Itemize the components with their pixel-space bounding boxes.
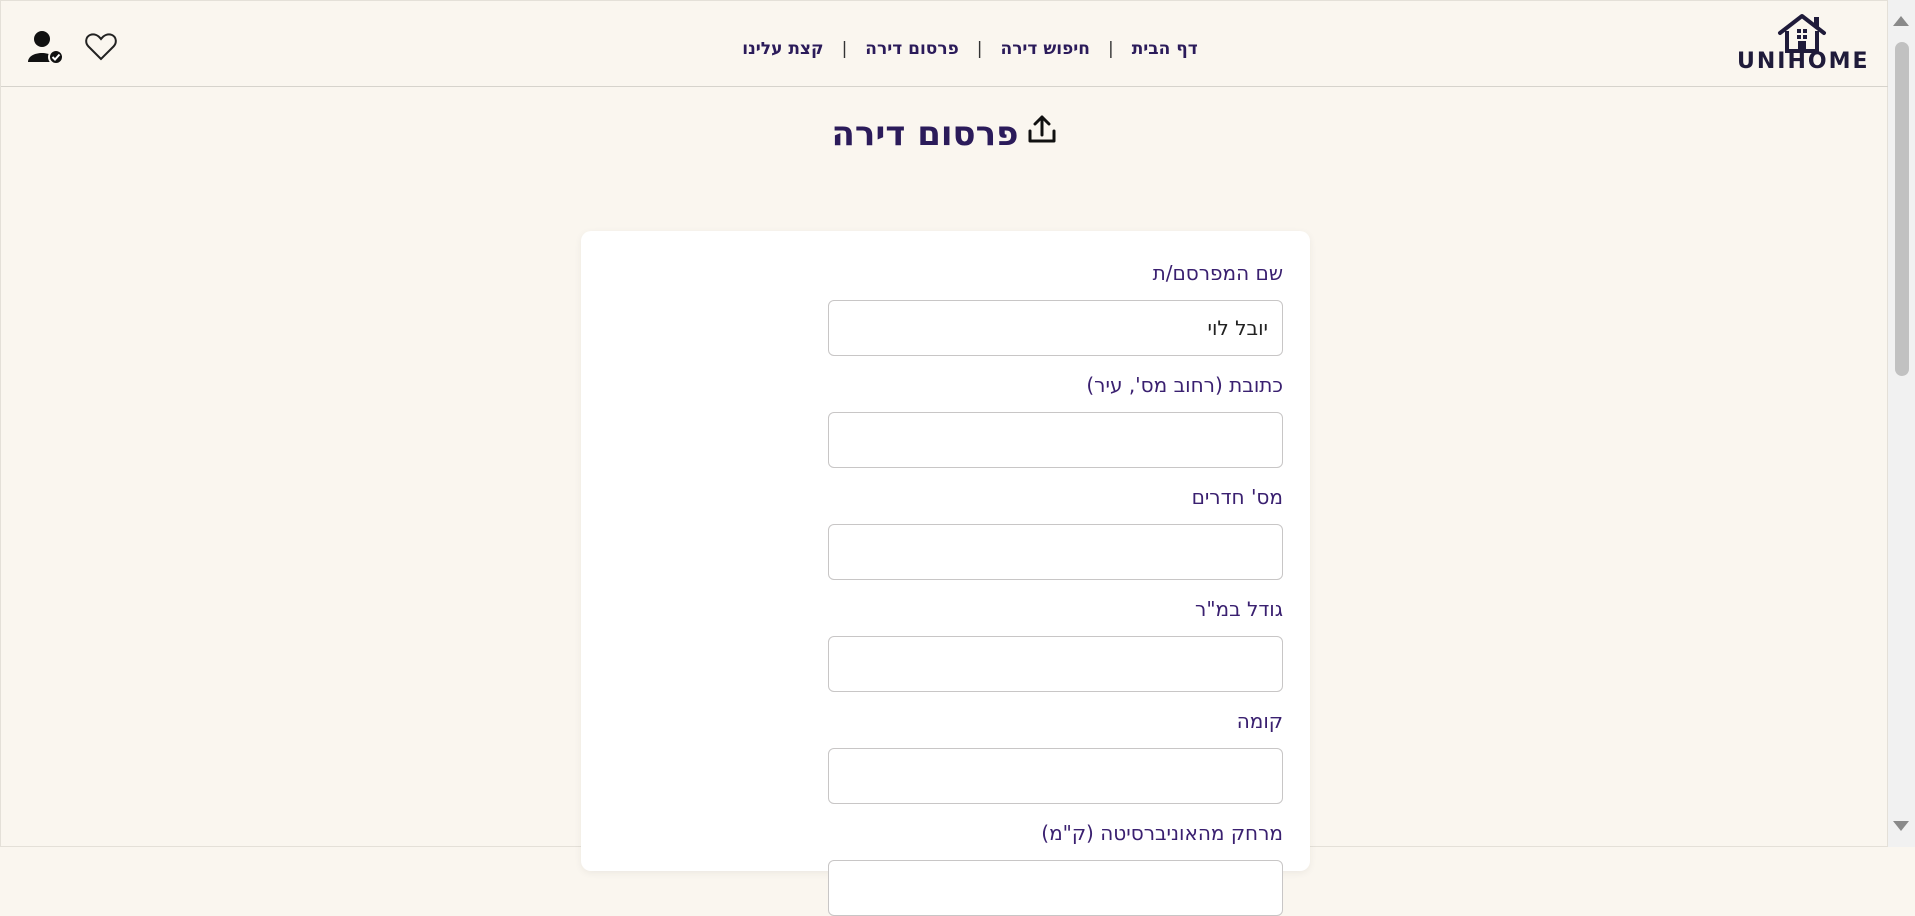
distance-label: מרחק מהאוניברסיטה (ק"מ) xyxy=(1041,821,1283,845)
form-field-publisher-name: שם המפרסם/ת xyxy=(828,259,1283,356)
form-field-address: כתובת (רחוב מס', עיר) xyxy=(828,371,1283,468)
address-input[interactable] xyxy=(828,412,1283,468)
header-icons xyxy=(27,29,117,69)
publisher-name-input[interactable] xyxy=(828,300,1283,356)
nav-separator: | xyxy=(841,39,848,59)
form-field-distance: מרחק מהאוניברסיטה (ק"מ) xyxy=(828,819,1283,916)
nav-separator: | xyxy=(976,39,983,59)
nav-publish-apartment[interactable]: פרסום דירה xyxy=(847,39,976,59)
form-field-size: גודל במ"ר xyxy=(828,595,1283,692)
user-check-icon[interactable] xyxy=(27,29,64,69)
size-input[interactable] xyxy=(828,636,1283,692)
publish-form: שם המפרסם/ת כתובת (רחוב מס', עיר) מס' חד… xyxy=(581,231,1310,916)
nav-search-apartment[interactable]: חיפוש דירה xyxy=(983,39,1108,59)
rooms-input[interactable] xyxy=(828,524,1283,580)
distance-input[interactable] xyxy=(828,860,1283,916)
site-header: UNIHOME דף הבית | חיפוש דירה | פרסום דיר… xyxy=(1,1,1889,87)
floor-label: קומה xyxy=(1236,709,1283,733)
upload-icon xyxy=(1026,113,1058,154)
publisher-name-label: שם המפרסם/ת xyxy=(1152,261,1283,285)
scrollbar[interactable] xyxy=(1888,0,1915,847)
scroll-up-arrow-icon[interactable] xyxy=(1893,16,1909,26)
floor-input[interactable] xyxy=(828,748,1283,804)
page-title: פרסום דירה xyxy=(1,113,1889,154)
nav-home[interactable]: דף הבית xyxy=(1114,39,1216,59)
form-field-rooms: מס' חדרים xyxy=(828,483,1283,580)
nav-about[interactable]: קצת עלינו xyxy=(724,39,841,59)
heart-icon[interactable] xyxy=(85,33,117,65)
form-field-floor: קומה xyxy=(828,707,1283,804)
address-label: כתובת (רחוב מס', עיר) xyxy=(1086,373,1283,397)
page: UNIHOME דף הבית | חיפוש דירה | פרסום דיר… xyxy=(0,0,1889,916)
main-nav: דף הבית | חיפוש דירה | פרסום דירה | קצת … xyxy=(1,36,1889,62)
scrollbar-thumb[interactable] xyxy=(1895,42,1909,376)
rooms-label: מס' חדרים xyxy=(1191,485,1283,509)
size-label: גודל במ"ר xyxy=(1195,597,1283,621)
page-title-text: פרסום דירה xyxy=(831,113,1019,154)
scroll-down-arrow-icon[interactable] xyxy=(1893,821,1909,831)
nav-separator: | xyxy=(1107,39,1114,59)
